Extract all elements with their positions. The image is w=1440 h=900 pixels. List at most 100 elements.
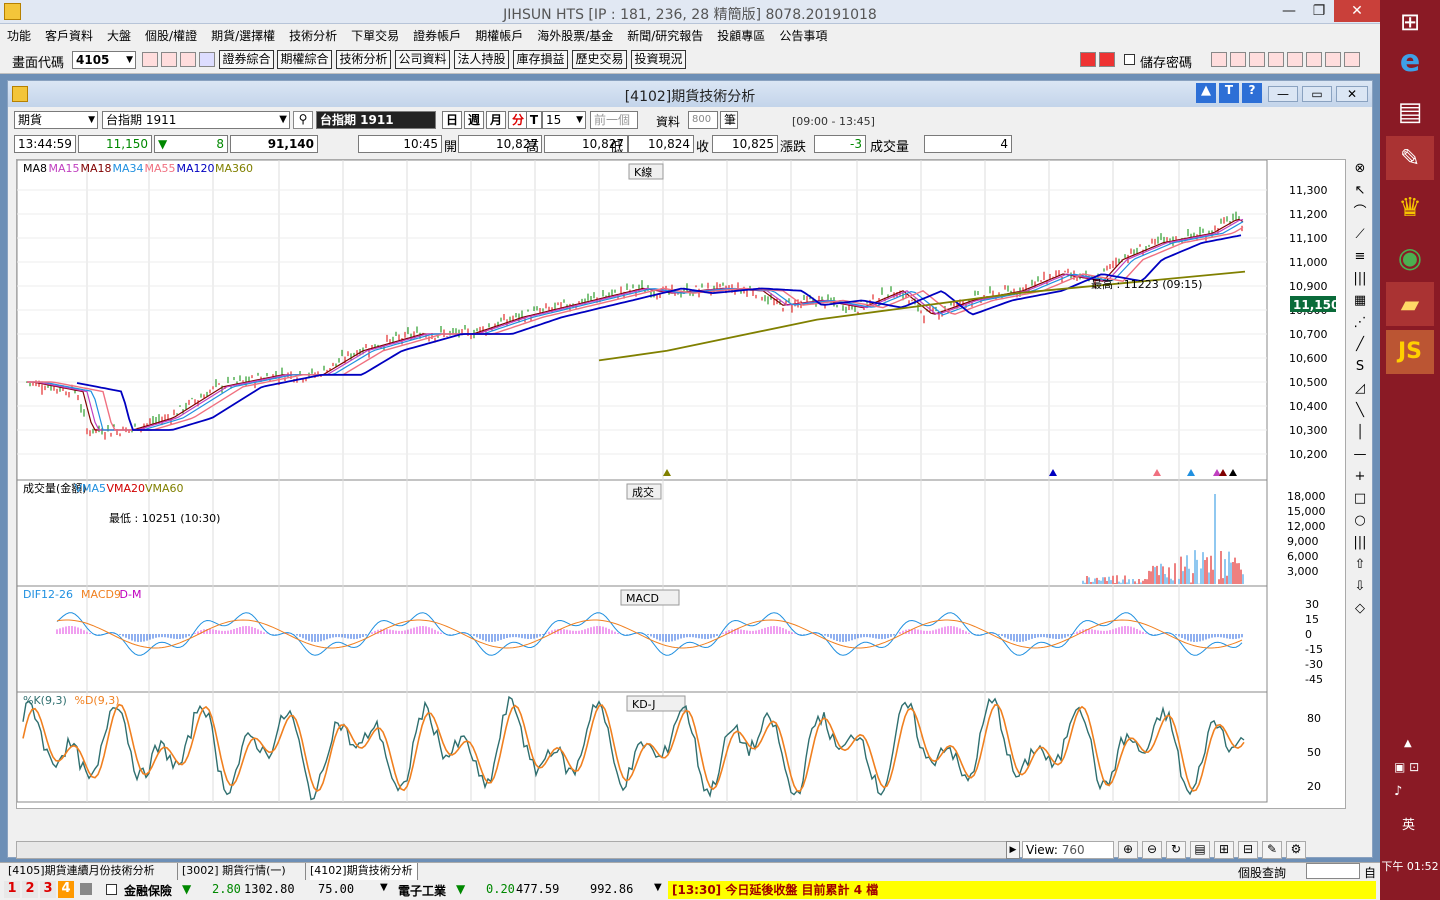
draw-tool-icon[interactable]: ╲ — [1349, 401, 1371, 421]
restore-button[interactable]: ❐ — [1304, 0, 1334, 22]
horizontal-scrollbar[interactable] — [16, 841, 1018, 859]
draw-tool-icon[interactable]: ⋰ — [1349, 313, 1371, 333]
menu-item-3[interactable]: 個股/權證 — [138, 24, 204, 44]
tray-icons[interactable]: ▣ ⊡ — [1394, 760, 1419, 774]
window-tab-2[interactable]: [4102]期貨技術分析 — [310, 863, 418, 880]
period-button-1[interactable]: 週 — [464, 111, 484, 129]
toolbar-tool-icon[interactable] — [1306, 52, 1322, 67]
chart-tool-icon[interactable]: ⊖ — [1142, 841, 1162, 859]
status-tab-3[interactable]: 4 — [58, 881, 74, 898]
menu-item-11[interactable]: 投顧專區 — [710, 24, 772, 44]
chart-tool-icon[interactable]: ⊞ — [1214, 841, 1234, 859]
windows-icon[interactable]: ⊞ — [1386, 0, 1434, 44]
toolbar-button-0[interactable]: 證券綜合 — [219, 50, 274, 69]
window-icon[interactable] — [161, 52, 177, 67]
toolbar-tool-icon[interactable] — [1287, 52, 1303, 67]
chart-tool-icon[interactable]: ✎ — [1262, 841, 1282, 859]
type-select[interactable]: 期貨 ▼ — [14, 111, 98, 129]
tray-up-icon[interactable]: ▲ — [1404, 738, 1412, 749]
chrome-icon[interactable]: ◉ — [1386, 236, 1434, 280]
data-count-input[interactable]: 800 — [688, 111, 718, 129]
draw-tool-icon[interactable]: ↖ — [1349, 181, 1371, 201]
period-button-3[interactable]: 分 — [508, 111, 528, 129]
up-arrow-icon[interactable]: ▲ — [1196, 83, 1216, 103]
toolbar-button-2[interactable]: 技術分析 — [336, 50, 391, 69]
toolbar-button-5[interactable]: 庫存損益 — [513, 50, 568, 69]
lock-icon[interactable] — [80, 883, 92, 895]
toolbar-button-1[interactable]: 期權綜合 — [277, 50, 332, 69]
draw-tool-icon[interactable]: ⇩ — [1349, 577, 1371, 597]
menu-item-10[interactable]: 新聞/研究報告 — [620, 24, 710, 44]
speaker-icon[interactable]: ♪ — [1394, 784, 1402, 799]
toolbar-button-7[interactable]: 投資現況 — [631, 50, 686, 69]
folder-icon[interactable]: ▤ — [1386, 90, 1434, 134]
toolbar-tool-icon[interactable] — [1230, 52, 1246, 67]
child-restore-button[interactable]: ▭ — [1302, 86, 1332, 102]
jihsun-icon[interactable]: JS — [1386, 330, 1434, 374]
menu-item-8[interactable]: 期權帳戶 — [468, 24, 530, 44]
period-button-0[interactable]: 日 — [442, 111, 462, 129]
dropdown-icon[interactable] — [199, 52, 215, 67]
save-password-checkbox[interactable] — [1124, 54, 1135, 65]
paint-icon[interactable]: ✎ — [1386, 136, 1434, 180]
toolbar-tool-icon[interactable] — [1325, 52, 1341, 67]
draw-tool-icon[interactable]: ◿ — [1349, 379, 1371, 399]
toolbar-button-6[interactable]: 歷史交易 — [572, 50, 627, 69]
flag-icon[interactable] — [1080, 52, 1096, 67]
menu-item-9[interactable]: 海外股票/基金 — [530, 24, 620, 44]
menu-item-4[interactable]: 期貨/選擇權 — [204, 24, 282, 44]
draw-tool-icon[interactable]: ||| — [1349, 269, 1371, 289]
close-button[interactable]: ✕ — [1334, 0, 1380, 22]
help-icon[interactable]: ? — [1242, 83, 1262, 103]
scroll-right-icon[interactable]: ▶ — [1006, 841, 1020, 859]
draw-tool-icon[interactable]: ▦ — [1349, 291, 1371, 311]
toolbar-tool-icon[interactable] — [1344, 52, 1360, 67]
menu-item-0[interactable]: 功能 — [0, 24, 38, 44]
notes-icon[interactable]: ▰ — [1386, 282, 1434, 326]
draw-tool-icon[interactable]: ≡ — [1349, 247, 1371, 267]
menu-item-5[interactable]: 技術分析 — [282, 24, 344, 44]
status-checkbox[interactable] — [106, 884, 117, 895]
print-icon[interactable] — [180, 52, 196, 67]
ie-icon[interactable]: e — [1386, 40, 1434, 84]
menu-item-1[interactable]: 客戶資料 — [38, 24, 100, 44]
toolbar-tool-icon[interactable] — [1249, 52, 1265, 67]
draw-tool-icon[interactable]: + — [1349, 467, 1371, 487]
status-tab-2[interactable]: 3 — [40, 881, 56, 898]
view-field[interactable]: View: 760 — [1022, 841, 1114, 859]
flag2-icon[interactable] — [1099, 52, 1115, 67]
chart-tool-icon[interactable]: ⊕ — [1118, 841, 1138, 859]
chart-area[interactable]: 11,30011,20011,10011,00010,90010,80010,7… — [16, 159, 1346, 825]
quick-search-input[interactable] — [1306, 863, 1360, 879]
menu-item-12[interactable]: 公告事項 — [772, 24, 834, 44]
code-input[interactable]: 4105 ▼ — [72, 51, 136, 69]
draw-tool-icon[interactable]: ||| — [1349, 533, 1371, 553]
draw-tool-icon[interactable]: S — [1349, 357, 1371, 377]
menu-item-6[interactable]: 下單交易 — [344, 24, 406, 44]
toolbar-button-4[interactable]: 法人持股 — [454, 50, 509, 69]
clock[interactable]: 下午 01:52 — [1380, 858, 1440, 874]
minutes-select[interactable]: 15 ▼ — [542, 111, 586, 129]
crown-icon[interactable]: ♛ — [1386, 186, 1434, 230]
window-tab-1[interactable]: [3002] 期貨行情(一) — [182, 863, 306, 880]
draw-tool-icon[interactable]: ⇧ — [1349, 555, 1371, 575]
period-button-4[interactable]: T — [526, 111, 542, 129]
chart-tool-icon[interactable]: ⚙ — [1286, 841, 1306, 859]
menu-item-2[interactable]: 大盤 — [100, 24, 138, 44]
child-minimize-button[interactable]: — — [1268, 86, 1298, 102]
status-tab-1[interactable]: 2 — [22, 881, 38, 898]
draw-tool-icon[interactable]: ○ — [1349, 511, 1371, 531]
draw-tool-icon[interactable]: — — [1349, 445, 1371, 465]
child-close-button[interactable]: ✕ — [1336, 86, 1368, 102]
draw-tool-icon[interactable]: ⌒ — [1349, 203, 1371, 223]
status-tab-0[interactable]: 1 — [4, 881, 20, 898]
topmost-icon[interactable]: T — [1219, 83, 1239, 103]
period-button-2[interactable]: 月 — [486, 111, 506, 129]
chevron-down-icon[interactable]: ▼ — [380, 882, 388, 893]
search-icon[interactable] — [142, 52, 158, 67]
menu-item-7[interactable]: 證券帳戶 — [406, 24, 468, 44]
chevron-down-icon[interactable]: ▼ — [654, 882, 662, 893]
chart-tool-icon[interactable]: ↻ — [1166, 841, 1186, 859]
news-ticker[interactable]: [13:30] 今日延後收盤 目前累計 4 檔 — [668, 881, 1376, 899]
chart-tool-icon[interactable]: ▤ — [1190, 841, 1210, 859]
